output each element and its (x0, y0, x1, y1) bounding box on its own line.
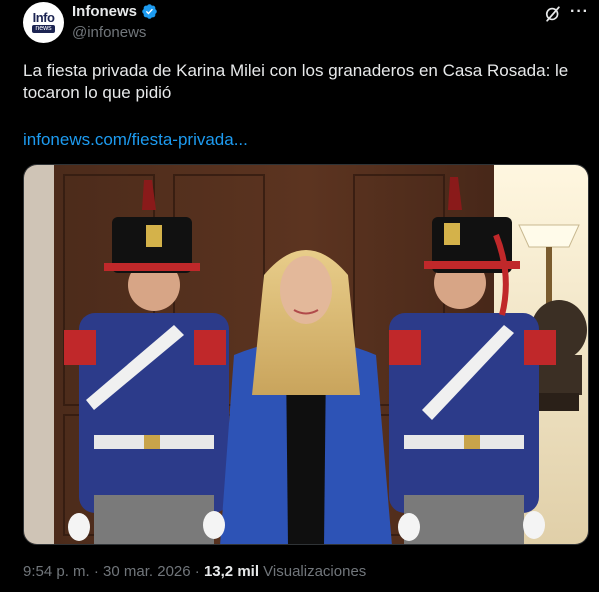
tweet-photo[interactable] (23, 164, 589, 545)
author-handle[interactable]: @infonews (72, 24, 146, 41)
tweet-date[interactable]: 30 mar. 2026 (103, 563, 191, 580)
tweet-meta: 9:54 p. m. · 30 mar. 2026 · 13,2 mil Vis… (23, 563, 366, 580)
avatar-logo-text: Info (32, 10, 55, 25)
verified-badge-icon (142, 4, 157, 19)
tweet-text: La fiesta privada de Karina Milei con lo… (23, 61, 569, 102)
views-label: Visualizaciones (259, 563, 367, 580)
grok-icon[interactable] (543, 4, 563, 24)
author-avatar[interactable]: Info news (23, 2, 64, 43)
meta-separator: · (89, 563, 104, 580)
author-name-row[interactable]: Infonews (72, 3, 158, 20)
tweet-link[interactable]: infonews.com/fiesta-privada... (23, 130, 248, 150)
meta-separator: · (190, 563, 204, 580)
photo-illustration (24, 165, 588, 544)
views-count: 13,2 mil (203, 563, 259, 580)
tweet-time[interactable]: 9:54 p. m. (23, 563, 90, 580)
more-options-icon[interactable]: ··· (570, 2, 589, 22)
author-name[interactable]: Infonews (72, 3, 137, 20)
avatar-logo-subtext: news (32, 25, 55, 33)
